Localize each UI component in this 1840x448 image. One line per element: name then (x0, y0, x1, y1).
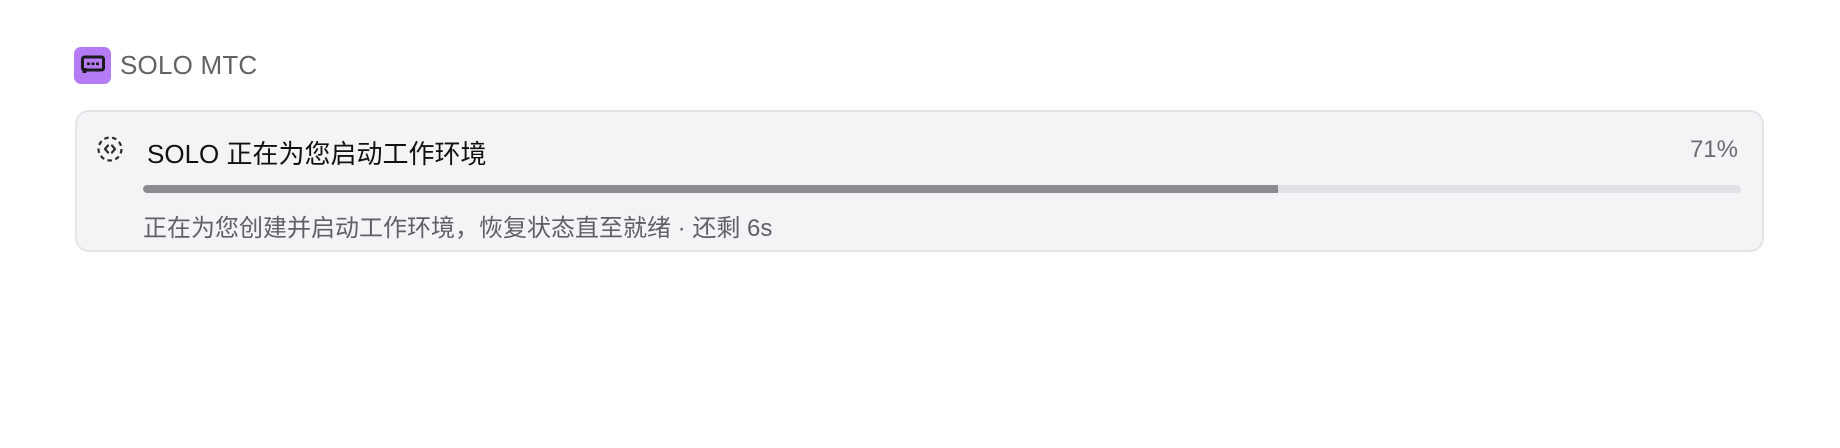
status-card: SOLO 正在为您启动工作环境 71% 正在为您创建并启动工作环境，恢复状态直至… (75, 110, 1764, 252)
status-description: 正在为您创建并启动工作环境，恢复状态直至就绪 · 还剩 6s (143, 215, 773, 242)
progress-percent: 71% (1689, 136, 1738, 163)
loading-spinner-icon (95, 134, 125, 164)
progress-bar-fill (143, 185, 1278, 193)
status-title: SOLO 正在为您启动工作环境 (147, 139, 487, 169)
app-name: SOLO MTC (120, 49, 258, 80)
progress-bar (143, 185, 1741, 193)
chat-bubble-icon (74, 46, 111, 84)
app-header: SOLO MTC (74, 46, 257, 84)
